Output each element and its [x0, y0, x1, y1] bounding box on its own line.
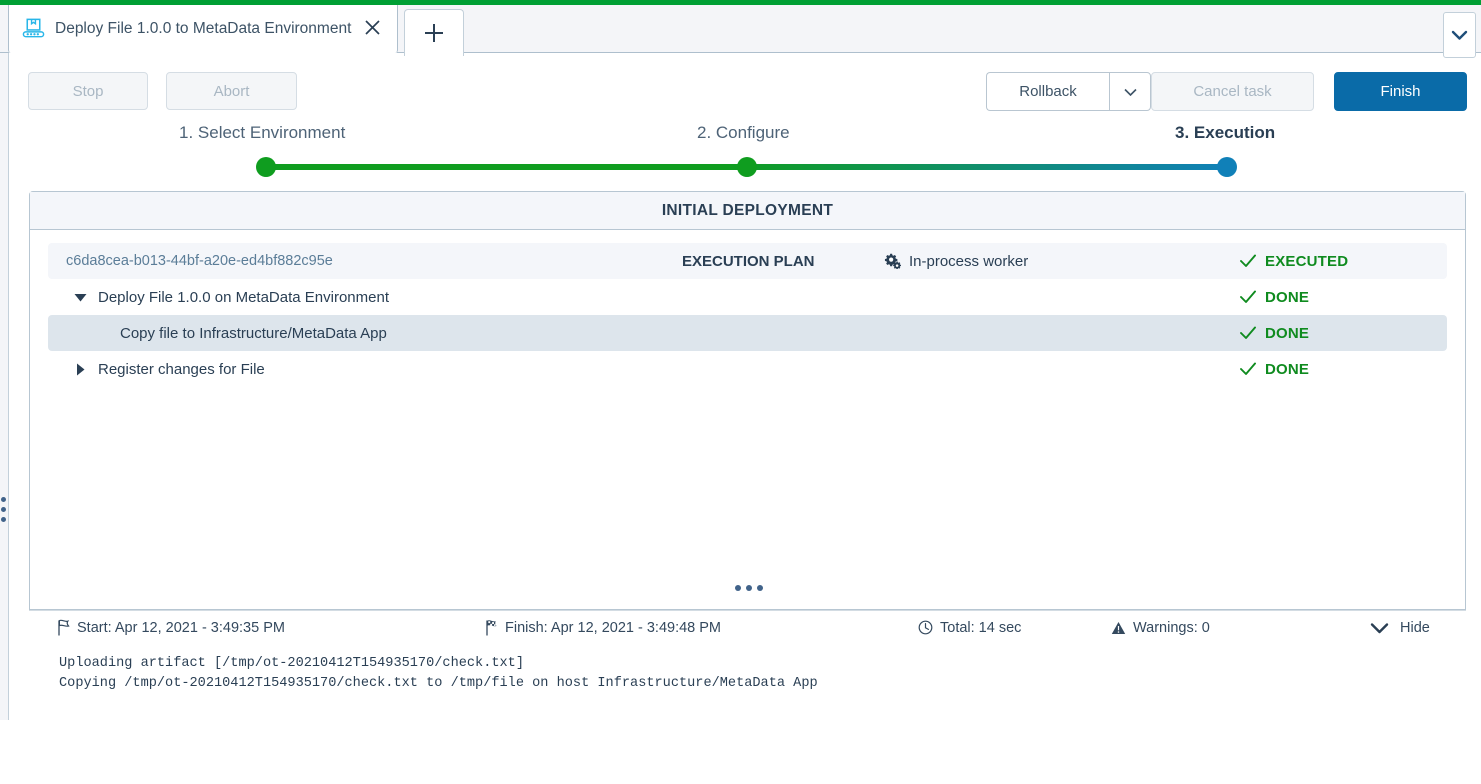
- check-icon: [1240, 290, 1256, 303]
- left-resize-handle[interactable]: [1, 497, 6, 522]
- start-time-label: Start: Apr 12, 2021 - 3:49:35 PM: [77, 619, 285, 636]
- log-output[interactable]: Uploading artifact [/tmp/ot-20210412T154…: [29, 646, 1466, 720]
- deployment-conveyor-icon: [20, 16, 46, 42]
- flag-outline-icon: [58, 619, 70, 636]
- step-label-configure[interactable]: 2. Configure: [697, 123, 790, 143]
- abort-button[interactable]: Abort: [166, 72, 297, 110]
- execution-plan-row[interactable]: c6da8cea-b013-44bf-a20e-ed4bf882c95e EXE…: [48, 243, 1447, 279]
- chevron-down-icon: [1451, 30, 1468, 40]
- step-dot-select-environment[interactable]: [256, 157, 276, 177]
- panel-title: INITIAL DEPLOYMENT: [30, 192, 1465, 230]
- tree-expand-toggle[interactable]: [72, 289, 88, 305]
- stop-button[interactable]: Stop: [28, 72, 148, 110]
- check-icon: [1240, 362, 1256, 375]
- check-icon: [1240, 254, 1256, 267]
- execution-plan-list: c6da8cea-b013-44bf-a20e-ed4bf882c95e EXE…: [30, 230, 1465, 387]
- caret-down-icon: [74, 293, 86, 301]
- wizard-steps: 1. Select Environment 2. Configure 3. Ex…: [0, 113, 1481, 183]
- total-duration: Total: 14 sec: [918, 620, 1021, 636]
- plan-worker-label: In-process worker: [909, 252, 1029, 270]
- warning-triangle-icon: [1111, 621, 1126, 634]
- warnings-count: Warnings: 0: [1111, 620, 1210, 636]
- handle-dot: [1, 517, 6, 522]
- plan-status-badge: EXECUTED: [1240, 253, 1348, 270]
- tab-deploy-file[interactable]: Deploy File 1.0.0 to MetaData Environmen…: [8, 5, 398, 53]
- gears-icon: [884, 253, 901, 269]
- panel-resize-handle[interactable]: [30, 585, 1467, 591]
- rollback-dropdown-button[interactable]: [1109, 72, 1151, 111]
- flag-checkered-icon: [486, 620, 497, 636]
- chevron-down-icon: [1123, 88, 1137, 96]
- step-dot-execution[interactable]: [1217, 157, 1237, 177]
- step-label-execution[interactable]: 3. Execution: [1175, 123, 1275, 143]
- hide-log-button[interactable]: Hide: [1370, 620, 1430, 636]
- plus-icon: [425, 24, 443, 42]
- finish-button[interactable]: Finish: [1334, 72, 1467, 111]
- task-status-badge: DONE: [1240, 289, 1309, 306]
- plan-column-label: EXECUTION PLAN: [682, 252, 815, 270]
- finish-time-label: Finish: Apr 12, 2021 - 3:49:48 PM: [505, 619, 722, 636]
- clock-icon: [918, 620, 933, 635]
- total-duration-label: Total: 14 sec: [940, 619, 1022, 636]
- caret-right-icon: [76, 363, 84, 375]
- task-status-label: DONE: [1265, 360, 1310, 378]
- task-row[interactable]: Register changes for File DONE: [48, 351, 1447, 387]
- step-label-select-environment[interactable]: 1. Select Environment: [179, 123, 345, 143]
- start-time: Start: Apr 12, 2021 - 3:49:35 PM: [57, 619, 285, 636]
- tree-collapse-toggle[interactable]: [72, 361, 88, 377]
- task-status-label: DONE: [1265, 324, 1310, 342]
- cancel-task-button[interactable]: Cancel task: [1151, 72, 1314, 111]
- task-label: Register changes for File: [98, 360, 265, 378]
- handle-dot: [734, 585, 741, 591]
- handle-dot: [1, 497, 6, 502]
- close-icon[interactable]: [361, 16, 383, 38]
- plan-id: c6da8cea-b013-44bf-a20e-ed4bf882c95e: [66, 253, 333, 269]
- task-status-badge: DONE: [1240, 325, 1309, 342]
- warnings-count-label: Warnings: 0: [1133, 619, 1210, 636]
- handle-dot: [745, 585, 752, 591]
- tab-overflow-button[interactable]: [1443, 12, 1476, 58]
- execution-status-bar: Start: Apr 12, 2021 - 3:49:35 PM Finish:…: [29, 610, 1466, 644]
- task-row[interactable]: Deploy File 1.0.0 on MetaData Environmen…: [48, 279, 1447, 315]
- plan-worker: In-process worker: [884, 253, 1028, 270]
- handle-dot: [1, 507, 6, 512]
- tab-strip: Deploy File 1.0.0 to MetaData Environmen…: [0, 5, 1481, 58]
- task-row[interactable]: Copy file to Infrastructure/MetaData App…: [48, 315, 1447, 351]
- task-label: Copy file to Infrastructure/MetaData App: [120, 324, 387, 342]
- task-label: Deploy File 1.0.0 on MetaData Environmen…: [98, 288, 389, 306]
- task-status-label: DONE: [1265, 288, 1310, 306]
- action-toolbar: Stop Abort Rollback Cancel task Finish: [0, 53, 1481, 113]
- rollback-button[interactable]: Rollback: [986, 72, 1109, 111]
- step-dot-configure[interactable]: [737, 157, 757, 177]
- chevron-down-icon: [1370, 622, 1389, 633]
- task-status-badge: DONE: [1240, 361, 1309, 378]
- new-tab-button[interactable]: [404, 9, 464, 56]
- tab-title: Deploy File 1.0.0 to MetaData Environmen…: [55, 19, 352, 37]
- check-icon: [1240, 326, 1256, 339]
- finish-time: Finish: Apr 12, 2021 - 3:49:48 PM: [485, 619, 721, 636]
- hide-log-label: Hide: [1400, 619, 1430, 636]
- handle-dot: [756, 585, 763, 591]
- plan-status-label: EXECUTED: [1265, 252, 1349, 270]
- execution-panel: INITIAL DEPLOYMENT c6da8cea-b013-44bf-a2…: [29, 191, 1466, 610]
